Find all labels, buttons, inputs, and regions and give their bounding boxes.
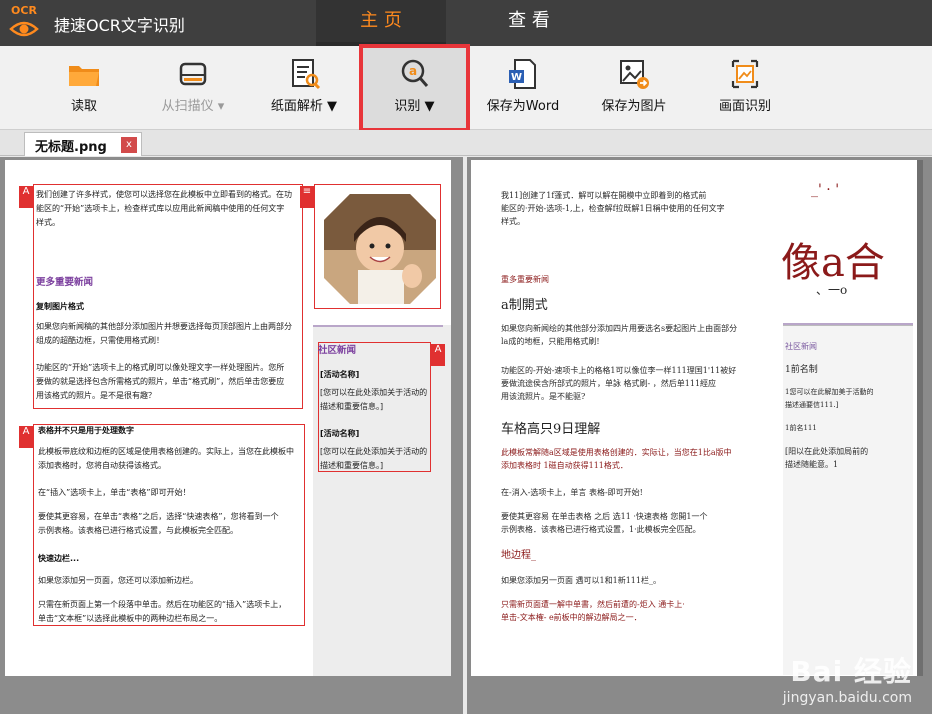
event1-name: [活动名称] [320,370,360,379]
close-icon[interactable]: x [121,137,137,153]
result-event2: 1前名111 [785,424,817,432]
sidebar-text: 如果您添加另一页面，您还可以添加新边栏。 [38,576,198,585]
watermark-line2: jingyan.baidu.com [782,690,912,706]
intro-text: 我们创建了许多样式，使您可以选择您在此模板中立即看到的格式。在功 能区的“开始”选… [36,190,292,227]
result-insert-text: 在-消入-选项卡上，单言 表格-即可开始! [501,488,643,497]
result-page: 我11]创建了1f蓬式．解可以解在開模中立即着到的格式前 能区的·开始-选项-1,… [471,160,917,676]
result-sidebar-text: 如果您添加另一页面 遇可以1和1新111栏_。 [501,576,661,585]
source-image-panel: A 我们创建了许多样式，使您可以选择您在此模板中立即看到的格式。在功 能区的“开始… [0,157,463,714]
result-big-title: 像a合 [781,240,885,286]
document-tab-strip: 无标题.png x [0,130,932,156]
recognize-icon: a [401,59,428,87]
read-label: 读取 [70,99,97,114]
folder-icon [69,66,99,86]
result-sidebar-bg [783,325,913,675]
word-icon: W [509,59,536,89]
heading-news: 更多重要新闻 [36,277,94,288]
text-region-2-tag[interactable]: A [19,426,33,448]
result-event2-desc: [阳以在此处添加局前的 描述随能意。1 [785,447,869,469]
girl-photo [320,190,440,308]
result-side-title: 社区新闻 [785,342,817,351]
scanner-icon [179,62,207,86]
sidebar-region-tag[interactable]: A [431,344,445,366]
text-region-tag[interactable]: A [19,186,33,208]
page-shadow [917,160,923,676]
app-title: 捷速OCR文字识别 [54,16,185,35]
tab-view[interactable]: 查 看 [464,0,594,46]
save-word-label: 保存为Word [486,99,560,114]
result-news: 重多重要新闻 [501,275,549,284]
table-title: 表格并不只是用于处理数字 [38,426,134,435]
result-copy-head: a制開式 [501,298,548,313]
insert-text: 在“插入”选项卡上，单击“表格”即可开始！ [38,488,191,497]
result-table-text: 此模板常解随a区域是使用表格创建的．实际让，当您在1比a版中 添加表格时 1磁自动… [501,448,732,470]
event1-desc: [您可以在此处添加关于活动的 描述和重要信息。] [320,388,428,411]
save-word-button[interactable]: W 保存为Word [473,46,573,130]
svg-text:a: a [408,64,416,78]
save-image-button[interactable]: 保存为图片 [584,46,684,130]
page-analysis-label: 纸面解析 ▼ [270,99,338,114]
result-border-head: 地边程_ [501,550,536,561]
screen-recognize-icon [731,59,759,89]
document-tab[interactable]: 无标题.png x [24,132,142,156]
image-region-tag[interactable]: ≡ [300,186,314,208]
eye-icon [9,21,39,37]
quick-border: 快速边栏... [38,554,80,563]
quick-text: 要使其更容易，在单击“表格”之后，选择“快速表格”，您将看到一个 示例表格。该表格… [38,512,279,535]
baidu-watermark: Bai 经验 jingyan.baidu.com [783,650,912,706]
result-title-sub: 、一o [816,283,848,297]
save-image-icon [620,60,649,89]
toolbar: 读取 从扫描仪 ▾ 纸面解析 ▼ a 识别 ▼ W 保存为Word 保存为图片 … [0,44,932,132]
screen-recognize-label: 画面识别 [718,99,771,114]
event2-desc: [您可以在此处添加关于活动的 描述和重要信息。] [320,447,428,470]
last-text: 只需在新页面上第一个段落中单击。然后在功能区的“插入”选项卡上， 单击“文本框”以… [38,600,287,623]
recognize-label: 识别 ▼ [394,99,435,114]
result-title-marks: _' · ' [811,182,840,198]
copy-title: 复制图片格式 [36,302,84,311]
result-divider [783,323,913,325]
save-image-label: 保存为图片 [601,99,667,114]
watermark-line1: Bai 经验 [790,655,912,688]
result-brush-text: 功能区的-开始-速项卡上的格格1可以像位李一样111理国1'11被好 要做流途侯含… [501,366,737,401]
source-page: A 我们创建了许多样式，使您可以选择您在此模板中立即看到的格式。在功 能区的“开始… [5,160,451,676]
read-button[interactable]: 读取 [34,46,134,130]
result-event1-desc: 1您可以在此解加美于活動的 描述通要信111.] [785,388,874,409]
result-panel: 我11]创建了1f蓬式．解可以解在開模中立即着到的格式前 能区的·开始-选项-1,… [467,157,932,714]
event2-name: [活动名称] [320,429,360,438]
scanner-label: 从扫描仪 ▾ [161,99,225,114]
result-quick-text: 要使其更容易 在单击表格 之后 选11 ·快速表格 您開1一个 示例表格．该表格已… [501,512,708,534]
page-analysis-button[interactable]: 纸面解析 ▼ [254,46,354,130]
result-event1: 1前名制 [785,365,818,375]
title-bar: OCR 捷速OCR文字识别 主 页 查 看 [0,0,932,46]
recognize-button[interactable]: a 识别 ▼ [359,44,470,132]
document-tab-name: 无标题.png [35,140,107,155]
scanner-button[interactable]: 从扫描仪 ▾ [143,46,243,130]
screen-recognize-button[interactable]: 画面识别 [695,46,795,130]
table-text: 此模板带底纹和边框的区域是使用表格创建的。实际上，当您在此模板中 添加表格时，您将… [38,447,294,470]
ocr-logo: OCR [8,4,40,42]
tab-home[interactable]: 主 页 [316,0,446,46]
result-intro: 我11]创建了1f蓬式．解可以解在開模中立即着到的格式前 能区的·开始-选项-1,… [501,191,725,226]
brush-text: 功能区的“开始”选项卡上的格式刷可以像处理文字一样处理图片。您所 要做的就是选择包… [36,363,285,400]
svg-text:W: W [511,72,522,83]
community-news-title: 社区新闻 [318,345,357,356]
copy-text: 如果您向新闻稿的其他部分添加图片并想要选择每页顶部图片上由两部分 组成的超酷边框，… [36,322,292,345]
photo-image [324,194,436,304]
result-table-head: 车格高只9日理解 [501,422,601,437]
result-copy-text: 如果您向新闻绘的其他部分添加四片用要选名s要起图片上由面部分 la成的地框，只能用… [501,324,738,346]
result-last-text: 只需新页面遭一解中单書，然后前遭的-炬入 通卡上· 单击-文本榷- e前板中的解边… [501,600,685,622]
page-analysis-icon [292,59,321,90]
divider [313,325,443,327]
